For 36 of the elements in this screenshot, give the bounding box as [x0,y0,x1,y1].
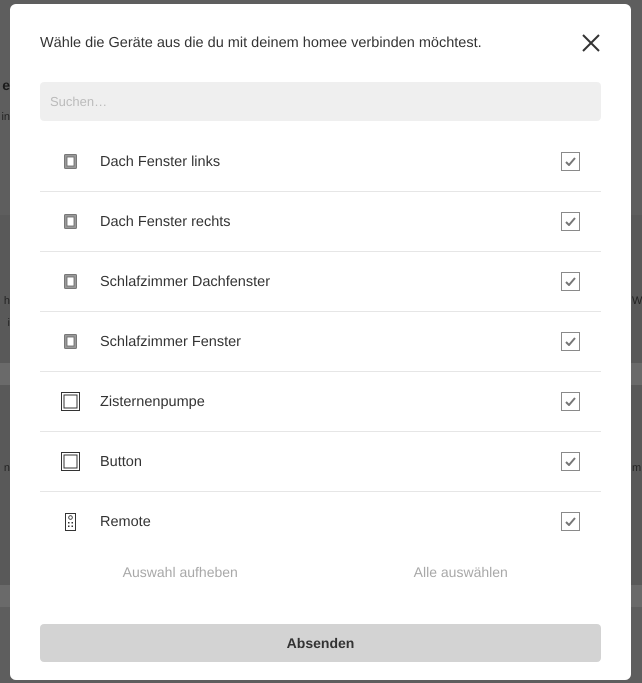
check-icon [565,397,576,406]
checkbox[interactable] [561,392,580,411]
page-text: in [1,112,10,123]
device-name: Remote [100,514,152,530]
check-icon [565,277,576,286]
checkbox[interactable] [561,452,580,471]
window-icon [64,154,76,169]
checkbox[interactable] [561,212,580,231]
check-icon [565,517,576,526]
page-text: W [632,296,642,307]
device-name: Button [100,454,143,470]
checkbox[interactable] [561,512,580,531]
submit-button[interactable]: Absenden [40,624,601,662]
device-name: Dach Fenster rechts [100,214,232,230]
window-icon [64,334,76,349]
check-icon [565,457,576,466]
window-icon [64,214,76,229]
window-icon [64,274,76,289]
check-icon [565,337,576,346]
page-heading: e [2,78,10,92]
device-name: Dach Fenster links [100,154,222,170]
checkbox[interactable] [561,332,580,351]
close-icon[interactable] [581,33,601,53]
checkbox[interactable] [561,152,580,171]
dialog-title: Wähle die Geräte aus die du mit deinem homee verbinden möchtest. [40,35,482,51]
switch-icon [60,392,80,411]
device-name: Zisternenpumpe [100,394,206,410]
select-all-link[interactable]: Alle auswählen [320,564,601,580]
remote-icon [64,512,76,530]
check-icon [565,217,576,226]
deselect-all-link[interactable]: Auswahl aufheben [40,564,320,580]
device-name: Schlafzimmer Dachfenster [100,274,272,290]
check-icon [565,157,576,166]
checkbox[interactable] [561,272,580,291]
switch-icon [60,452,80,471]
device-name: Schlafzimmer Fenster [100,334,242,350]
